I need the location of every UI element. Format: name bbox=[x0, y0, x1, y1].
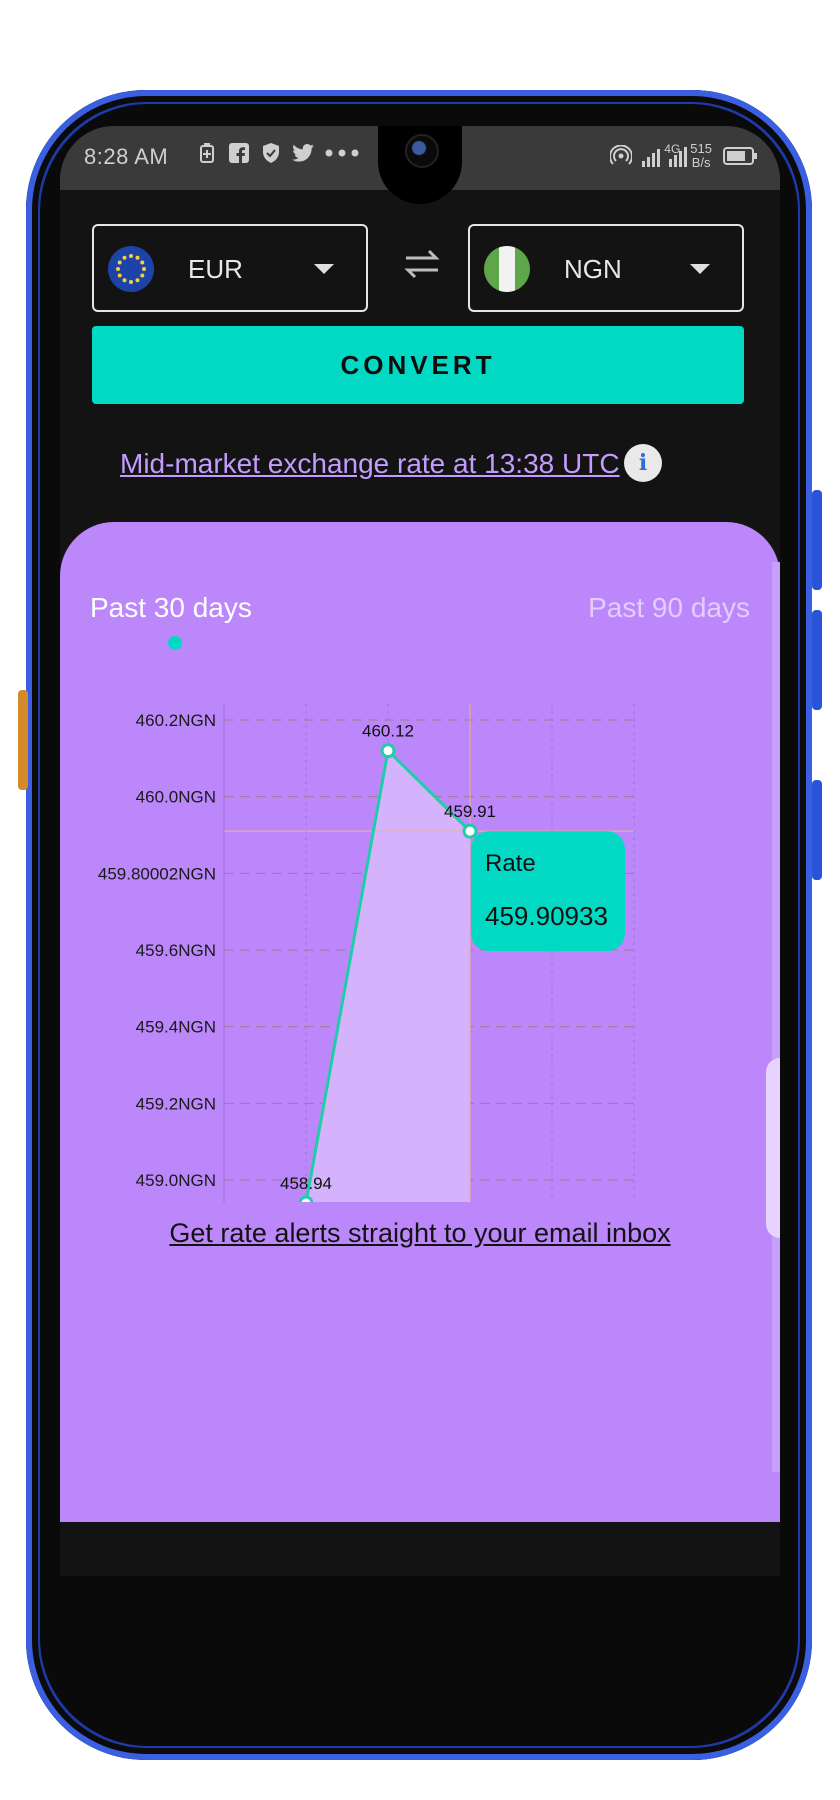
tooltip-background bbox=[471, 831, 625, 952]
battery-saver-icon bbox=[196, 142, 218, 164]
y-tick-label: 460.0NGN bbox=[136, 788, 216, 807]
convert-button[interactable]: CONVERT bbox=[92, 326, 744, 404]
screen: 8:28 AM 4G 515 B/s EUR NGN CONVERT Mid-m… bbox=[60, 126, 780, 1576]
y-tick-label: 459.6NGN bbox=[136, 941, 216, 960]
y-tick-label: 459.80002NGN bbox=[98, 864, 216, 883]
to-currency-select[interactable]: NGN bbox=[468, 224, 744, 312]
network-speed: 515 B/s bbox=[690, 142, 712, 170]
from-currency-code: EUR bbox=[188, 254, 243, 284]
phone-power-button bbox=[812, 490, 822, 590]
tooltip-value: 459.90933 bbox=[485, 901, 608, 931]
ng-flag-icon bbox=[484, 246, 530, 292]
network-speed-unit: B/s bbox=[691, 155, 711, 170]
tooltip-title: Rate bbox=[485, 850, 536, 877]
info-icon[interactable]: i bbox=[624, 444, 662, 482]
rate-chart[interactable]: 460.2NGN 460.0NGN 459.80002NGN 459.6NGN 459.… bbox=[60, 522, 780, 1202]
data-point bbox=[298, 1195, 314, 1202]
y-tick-label: 459.0NGN bbox=[136, 1171, 216, 1190]
data-label: 458.94 bbox=[280, 1174, 332, 1193]
twitter-icon bbox=[292, 142, 314, 164]
y-tick-label: 459.4NGN bbox=[136, 1018, 216, 1037]
mid-market-rate-link[interactable]: Mid-market exchange rate at 13:38 UTC bbox=[120, 448, 620, 480]
swap-arrows-icon[interactable] bbox=[402, 244, 442, 288]
facebook-icon bbox=[228, 142, 250, 164]
data-label: 459.91 bbox=[444, 802, 496, 821]
eu-flag-icon bbox=[108, 246, 154, 292]
phone-side-button bbox=[18, 690, 28, 790]
data-label: 460.12 bbox=[362, 722, 414, 741]
data-point bbox=[380, 743, 396, 759]
chevron-down-icon bbox=[690, 264, 710, 274]
network-speed-value: 515 bbox=[690, 141, 712, 156]
rate-chart-card: Past 30 days Past 90 days 460.2NGN 460.0N… bbox=[60, 522, 780, 1522]
battery-icon bbox=[722, 145, 758, 167]
data-point bbox=[462, 823, 478, 839]
rate-tooltip[interactable]: Rate 459.90933 bbox=[471, 831, 625, 952]
front-camera bbox=[405, 134, 439, 168]
y-tick-label: 460.2NGN bbox=[136, 711, 216, 730]
y-tick-label: 459.2NGN bbox=[136, 1094, 216, 1113]
rate-alerts-link[interactable]: Get rate alerts straight to your email i… bbox=[60, 1218, 780, 1249]
status-system-icons: 4G 515 B/s bbox=[610, 142, 758, 170]
phone-volume-up-button bbox=[812, 610, 822, 710]
hotspot-icon bbox=[610, 145, 633, 167]
from-currency-select[interactable]: EUR bbox=[92, 224, 368, 312]
chevron-down-icon bbox=[314, 264, 334, 274]
status-time: 8:28 AM bbox=[84, 144, 169, 169]
network-type: 4G bbox=[664, 142, 681, 156]
to-currency-code: NGN bbox=[564, 254, 622, 284]
shield-icon bbox=[260, 142, 282, 164]
status-notification-icons bbox=[196, 142, 360, 164]
phone-volume-down-button bbox=[812, 780, 822, 880]
more-icon bbox=[324, 142, 360, 164]
